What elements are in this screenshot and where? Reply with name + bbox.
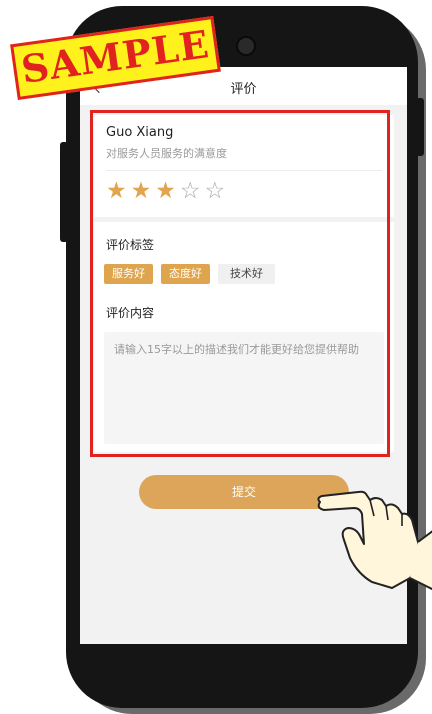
star-icon[interactable]: ★: [106, 180, 127, 203]
tag-skill-good[interactable]: 技术好: [218, 264, 275, 284]
star-icon[interactable]: ★: [131, 180, 152, 203]
phone-side-button-right: [416, 98, 424, 156]
star-rating[interactable]: ★ ★ ★ ☆ ☆: [106, 180, 225, 203]
review-card: 评价标签 服务好 态度好 技术好 评价内容 请输入15字以上的描述我们才能更好给…: [94, 222, 394, 452]
tag-list: 服务好 态度好 技术好: [104, 264, 275, 284]
tag-service-good[interactable]: 服务好: [104, 264, 153, 284]
star-icon[interactable]: ★: [155, 180, 176, 203]
phone-camera: [236, 36, 256, 56]
satisfaction-subtitle: 对服务人员服务的满意度: [106, 147, 227, 160]
pointing-hand-icon: [317, 490, 432, 590]
star-icon[interactable]: ☆: [205, 180, 226, 203]
staff-name: Guo Xiang: [106, 125, 174, 140]
content-section-label: 评价内容: [106, 306, 155, 320]
phone-side-button-left: [60, 142, 68, 242]
tag-attitude-good[interactable]: 态度好: [161, 264, 210, 284]
star-icon[interactable]: ☆: [180, 180, 201, 203]
review-content-field[interactable]: 请输入15字以上的描述我们才能更好给您提供帮助: [104, 332, 384, 444]
divider: [106, 170, 382, 171]
tags-section-label: 评价标签: [106, 238, 155, 252]
